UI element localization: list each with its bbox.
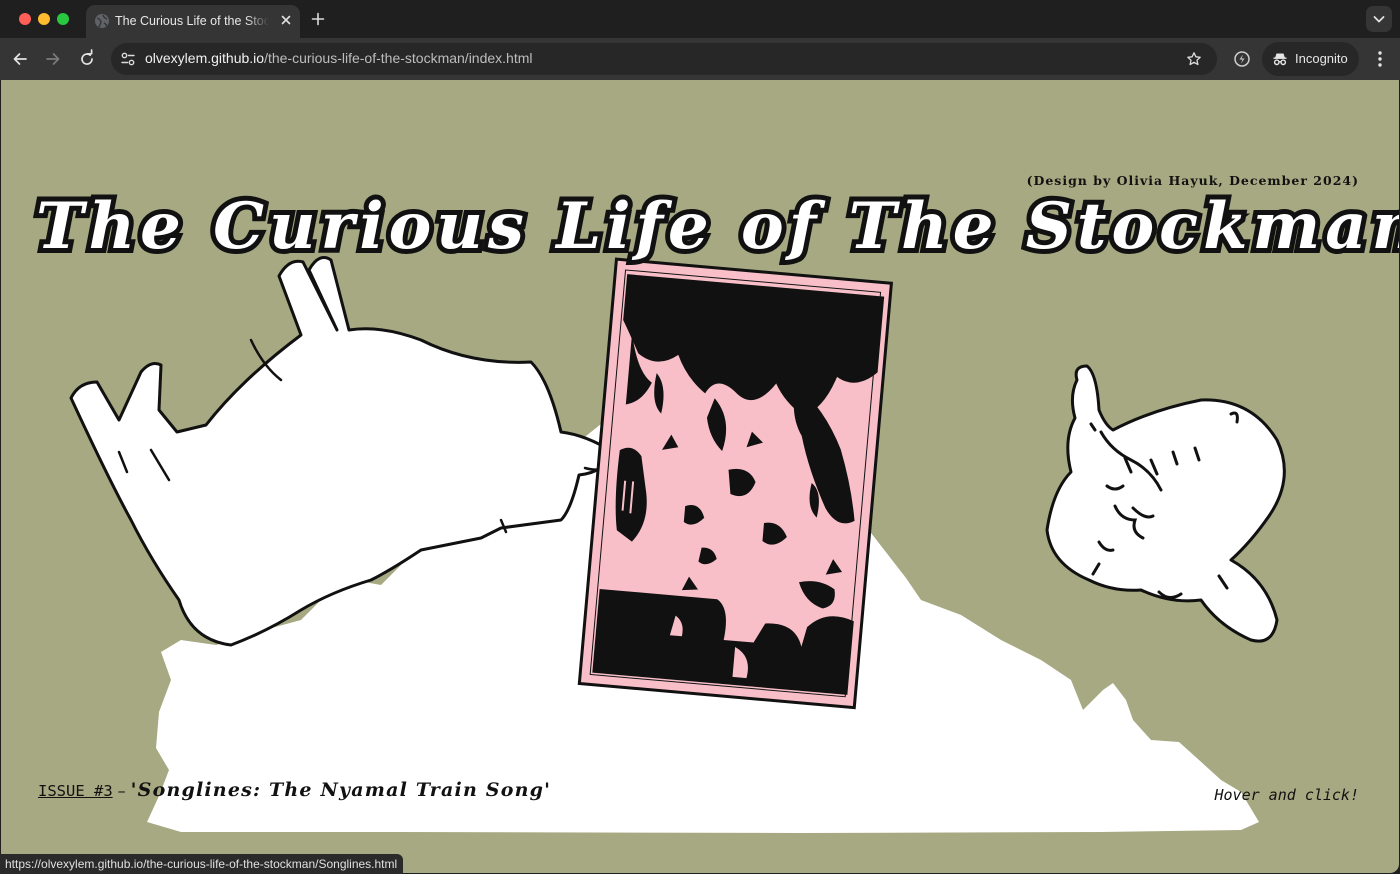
incognito-icon <box>1273 53 1287 66</box>
sheep-head-cutout[interactable] <box>1045 364 1286 643</box>
tab-title: The Curious Life of the Stockman <box>115 14 269 28</box>
address-bar[interactable]: olvexylem.github.io/the-curious-life-of-… <box>111 43 1217 75</box>
tab-strip: The Curious Life of the Stockman <box>0 0 1400 38</box>
pink-photo-cutout[interactable] <box>577 257 894 710</box>
bookmark-star-icon[interactable] <box>1186 51 1202 67</box>
site-settings-icon[interactable] <box>120 51 136 67</box>
browser-tab-active[interactable]: The Curious Life of the Stockman <box>86 5 300 38</box>
hover-click-hint: Hover and click! <box>1215 786 1360 804</box>
more-menu-icon[interactable] <box>1371 49 1389 69</box>
design-credit: (Design by Olivia Hayuk, December 2024) <box>1026 173 1359 188</box>
issue-name: 'Songlines: The Nyamal Train Song' <box>130 779 552 801</box>
forward-arrow-icon[interactable] <box>43 49 63 69</box>
issue-line: ISSUE #3– 'Songlines: The Nyamal Train So… <box>38 779 551 801</box>
page-title: The Curious Life of The Stockman <box>31 184 1399 269</box>
issue-separator: – <box>117 781 126 800</box>
close-window-button[interactable] <box>19 13 31 25</box>
close-tab-icon[interactable] <box>278 12 294 28</box>
maximize-window-button[interactable] <box>57 13 69 25</box>
new-tab-icon[interactable] <box>309 10 327 28</box>
page-viewport: (Design by Olivia Hayuk, December 2024) … <box>1 80 1399 873</box>
globe-icon <box>95 14 109 28</box>
status-bubble-url: https://olvexylem.github.io/the-curious-… <box>0 854 404 874</box>
hint-prefix: Hover and <box>1214 786 1305 804</box>
incognito-label: Incognito <box>1295 51 1348 66</box>
back-arrow-icon[interactable] <box>10 49 30 69</box>
url-host: olvexylem.github.io <box>145 50 265 66</box>
url-path: /the-curious-life-of-the-stockman/index.… <box>264 50 533 66</box>
minimize-window-button[interactable] <box>38 13 50 25</box>
browser-toolbar: olvexylem.github.io/the-curious-life-of-… <box>0 38 1400 80</box>
extensions-icon[interactable] <box>1232 49 1252 69</box>
tab-search-button[interactable] <box>1366 6 1392 32</box>
reload-icon[interactable] <box>77 49 97 69</box>
chevron-down-icon <box>1373 16 1385 23</box>
incognito-profile-button[interactable]: Incognito <box>1262 42 1359 76</box>
hint-action: click! <box>1304 786 1359 804</box>
issue-link[interactable]: ISSUE #3 <box>38 782 113 800</box>
url-text[interactable]: olvexylem.github.io/the-curious-life-of-… <box>145 50 533 66</box>
